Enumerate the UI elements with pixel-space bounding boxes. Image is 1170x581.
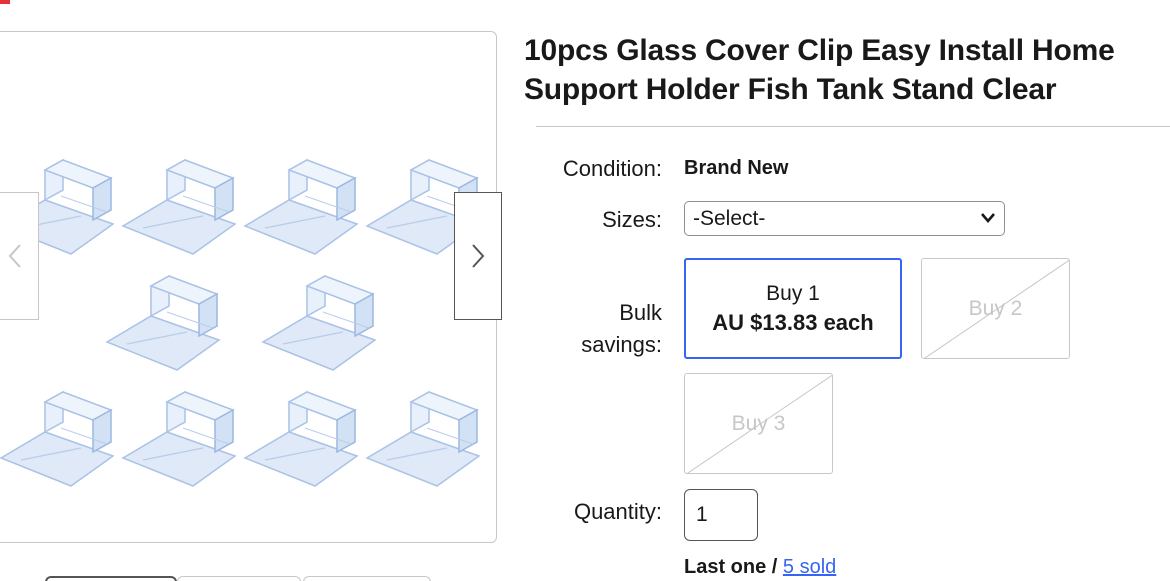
chevron-right-icon — [472, 244, 485, 268]
bulk-option-title: Buy 3 — [731, 411, 786, 435]
quantity-input[interactable]: 1 — [684, 489, 758, 541]
bulk-savings-label: Bulk savings: — [530, 297, 662, 361]
bulk-option-buy-3[interactable]: Buy 3 — [684, 373, 833, 474]
product-image-gallery[interactable] — [0, 31, 497, 543]
sizes-label: Sizes: — [602, 207, 662, 232]
sold-count-link[interactable]: 5 sold — [783, 556, 836, 578]
product-title: 10pcs Glass Cover Clip Easy Install Home… — [524, 34, 1115, 106]
sizes-select[interactable]: -Select- — [684, 201, 1005, 236]
bulk-option-title: Buy 1 — [766, 281, 820, 305]
bulk-option-buy-1[interactable]: Buy 1 AU $13.83 each — [684, 258, 902, 359]
condition-label: Condition: — [562, 156, 662, 181]
gallery-next-button[interactable] — [454, 192, 502, 320]
availability-text: Last one / — [684, 556, 783, 578]
thumbnail[interactable] — [177, 576, 301, 581]
gallery-prev-button[interactable] — [0, 192, 39, 320]
bulk-option-title: Buy 2 — [968, 296, 1023, 320]
condition-value: Brand New — [684, 157, 789, 179]
product-image — [0, 159, 480, 487]
bulk-option-price: AU $13.83 each — [712, 309, 874, 335]
divider — [536, 126, 1170, 127]
bulk-label-line2: savings: — [581, 332, 662, 357]
thumbnail[interactable] — [303, 576, 431, 581]
chevron-down-icon — [981, 213, 995, 223]
sizes-selected-value: -Select- — [693, 207, 766, 230]
bulk-option-buy-2[interactable]: Buy 2 — [921, 258, 1070, 359]
quantity-label: Quantity: — [573, 499, 662, 524]
thumbnail[interactable] — [45, 576, 177, 581]
logo-fragment — [0, 0, 10, 4]
chevron-left-icon — [8, 244, 21, 268]
availability-status: Last one / 5 sold — [684, 556, 836, 579]
bulk-label-line1: Bulk — [619, 300, 662, 325]
